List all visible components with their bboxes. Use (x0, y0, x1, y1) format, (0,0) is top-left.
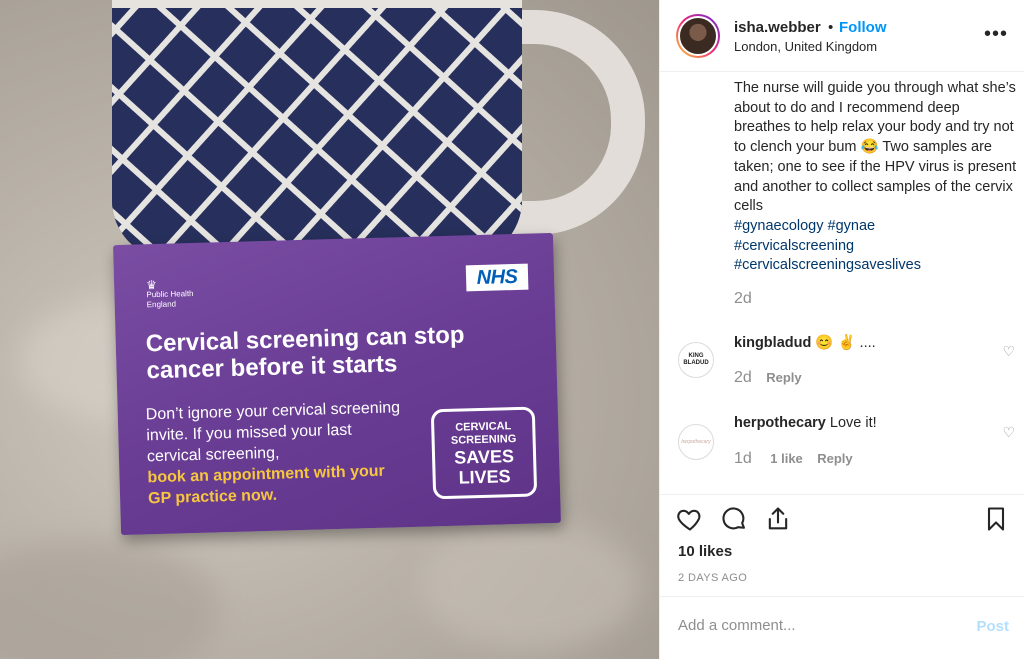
hashtag-link[interactable]: #gynaecology #gynae (734, 217, 1019, 237)
comment-bubble-icon[interactable] (720, 505, 748, 533)
reply-button[interactable]: Reply (817, 451, 852, 466)
caption-text: The nurse will guide you through what sh… (734, 80, 1017, 215)
comment-text: Love it! (829, 415, 877, 431)
comment-like-count[interactable]: 1 like (770, 451, 803, 466)
post-location[interactable]: London, United Kingdom (734, 39, 877, 54)
hashtag-link[interactable]: #cervicalscreeningsaveslives (734, 256, 1019, 276)
fabric-fold (0, 540, 220, 659)
bookmark-icon[interactable] (982, 505, 1010, 533)
stamp-line-2: SAVES LIVES (453, 446, 515, 488)
like-count[interactable]: 10 likes (678, 543, 732, 560)
more-options-icon[interactable]: ••• (984, 23, 1008, 46)
like-heart-icon[interactable] (676, 505, 704, 533)
comment-item: herpothecary herpothecary Love it! 1d 1 … (660, 407, 1024, 487)
comment-line: herpothecary Love it! (734, 415, 877, 431)
nhs-logo: NHS (465, 263, 529, 292)
reply-button[interactable]: Reply (766, 370, 801, 385)
commenter-avatar[interactable]: herpothecary (678, 424, 714, 460)
post-comment-button[interactable]: Post (976, 618, 1009, 635)
post-sidebar: isha.webber • Follow London, United King… (659, 0, 1024, 659)
leaflet-cta: book an appointment with your GP practic… (147, 462, 386, 508)
comment-line: kingbladud 😊 ✌ .... (734, 334, 876, 351)
comment-text: 😊 ✌ .... (815, 335, 876, 351)
hashtag-link[interactable]: #cervicalscreening (734, 237, 1019, 257)
phe-label: Public Health England (146, 288, 194, 310)
leaflet-body: Don’t ignore your cervical screening inv… (145, 399, 401, 466)
post-date[interactable]: 2 DAYS AGO (678, 572, 747, 584)
saves-lives-stamp: CERVICAL SCREENING SAVES LIVES (430, 406, 538, 500)
header-separator: • (828, 19, 834, 36)
follow-button[interactable]: Follow (839, 19, 887, 36)
commenter-avatar[interactable]: KING BLADUD (678, 342, 714, 378)
commenter-username[interactable]: herpothecary (734, 415, 826, 431)
post-header: isha.webber • Follow London, United King… (660, 0, 1024, 72)
caption-timestamp[interactable]: 2d (734, 290, 752, 308)
commenter-username[interactable]: kingbladud (734, 335, 811, 351)
screening-leaflet: ♛ Public Health England NHS Cervical scr… (113, 232, 561, 536)
leaflet-headline: Cervical screening can stop cancer befor… (145, 321, 465, 385)
comments-scroll-area[interactable]: The nurse will guide you through what sh… (660, 73, 1024, 493)
share-icon[interactable] (764, 505, 792, 533)
heart-icon[interactable]: ♡ (1002, 424, 1015, 441)
post-photo[interactable]: ♛ Public Health England NHS Cervical scr… (0, 0, 659, 659)
heart-icon[interactable]: ♡ (1002, 343, 1015, 360)
add-comment-bar: Post (660, 596, 1024, 659)
stamp-line-1: CERVICAL SCREENING (450, 420, 517, 447)
comment-time[interactable]: 2d (734, 369, 752, 386)
comment-input[interactable] (678, 617, 958, 634)
fabric-fold (420, 520, 640, 650)
author-username[interactable]: isha.webber (734, 19, 821, 36)
mug-handle (505, 10, 645, 235)
post-actions: 10 likes 2 DAYS AGO (660, 494, 1024, 594)
comment-time[interactable]: 1d (734, 450, 752, 467)
mug-rim (112, 0, 522, 8)
comment-meta: 2d Reply (734, 369, 802, 387)
comment-item: KING BLADUD kingbladud 😊 ✌ .... 2d Reply… (660, 326, 1024, 406)
avatar-image (678, 16, 718, 56)
comment-meta: 1d 1 like Reply (734, 450, 853, 468)
phe-logo: ♛ Public Health England (146, 278, 217, 310)
author-avatar[interactable] (676, 14, 720, 58)
post-caption: The nurse will guide you through what sh… (734, 79, 1019, 276)
mug (112, 0, 522, 260)
mug-lattice-pattern (112, 0, 522, 260)
